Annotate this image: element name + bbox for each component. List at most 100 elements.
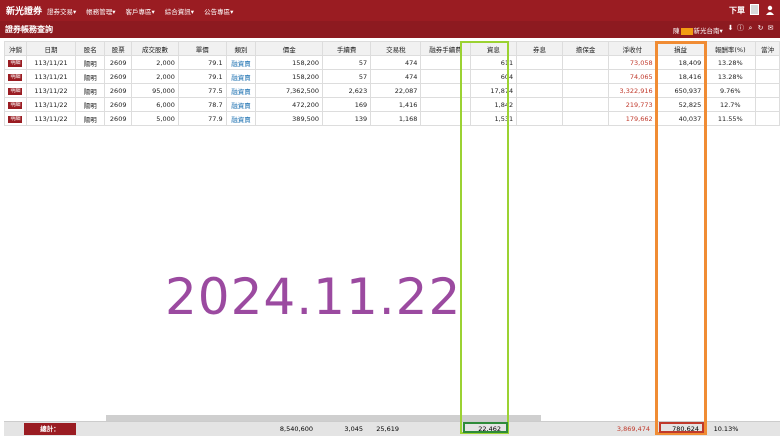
brand-logo[interactable]: 新光證券 bbox=[6, 4, 42, 17]
cell-bond-interest bbox=[516, 97, 563, 112]
cell-type-link[interactable]: 融資賣 bbox=[225, 83, 257, 98]
order-button[interactable]: 下單 bbox=[729, 5, 745, 16]
cell-bond-interest bbox=[516, 111, 563, 126]
download-icon[interactable]: ⬇ bbox=[727, 25, 734, 32]
cell-tax: 1,416 bbox=[370, 97, 422, 112]
menu-customer-area[interactable]: 客戶專區▾ bbox=[126, 6, 155, 16]
flag-icon[interactable] bbox=[750, 4, 759, 15]
cell-price: 77.5 bbox=[177, 83, 227, 98]
cell-collateral bbox=[561, 111, 610, 126]
menu-announcements[interactable]: 公告專區▾ bbox=[204, 6, 233, 16]
col-header[interactable]: 股名 bbox=[75, 41, 106, 56]
cell-fee: 169 bbox=[322, 97, 372, 112]
cell-fee: 57 bbox=[322, 69, 372, 84]
cell-tax: 1,168 bbox=[370, 111, 422, 126]
menu-account-management[interactable]: 帳務管理▾ bbox=[86, 6, 115, 16]
sub-header: 證券帳務查詢 陳 新光台南▾ ⬇ ⓘ ⌕ ↻ ✉ bbox=[0, 21, 780, 38]
cell-net: 74,065 bbox=[608, 69, 657, 84]
mail-icon[interactable]: ✉ bbox=[767, 25, 774, 32]
detail-button[interactable]: 明細 bbox=[8, 88, 23, 95]
col-header[interactable]: 類別 bbox=[225, 41, 257, 56]
cell-type-link[interactable]: 融資賣 bbox=[225, 55, 257, 70]
col-header: 沖銷 bbox=[4, 41, 27, 56]
cell-stock-name: 陽明 bbox=[75, 83, 106, 98]
cell-fee: 2,623 bbox=[322, 83, 372, 98]
date-overlay-text: 2024.11.22 bbox=[165, 268, 462, 326]
cell-date: 113/11/22 bbox=[25, 97, 77, 112]
cell-stock-name: 陽明 bbox=[75, 111, 106, 126]
total-amount: 8,540,600 bbox=[279, 425, 313, 433]
col-header[interactable]: 手續費 bbox=[322, 41, 372, 56]
pl-column-highlight bbox=[655, 41, 707, 435]
cell-roi: 11.55% bbox=[704, 111, 757, 126]
detail-button[interactable]: 明細 bbox=[8, 74, 23, 81]
search-icon[interactable]: ⌕ bbox=[747, 25, 754, 32]
total-net: 3,869,474 bbox=[616, 425, 650, 433]
total-tax: 25,619 bbox=[376, 425, 399, 433]
user-icon[interactable] bbox=[766, 5, 774, 15]
cell-collateral bbox=[561, 97, 610, 112]
cell-stock-name: 陽明 bbox=[75, 69, 106, 84]
interest-total-highlight bbox=[463, 422, 508, 433]
menu-general-info[interactable]: 綜合資訊▾ bbox=[165, 6, 194, 16]
cell-amount: 158,200 bbox=[255, 55, 324, 70]
col-header[interactable]: 股票 bbox=[104, 41, 133, 56]
col-header[interactable]: 單價 bbox=[177, 41, 227, 56]
col-header[interactable]: 當沖 bbox=[755, 41, 780, 56]
cell-bond-interest bbox=[516, 55, 563, 70]
col-header[interactable]: 日期 bbox=[25, 41, 77, 56]
cell-price: 79.1 bbox=[177, 55, 227, 70]
col-header[interactable]: 券息 bbox=[516, 41, 563, 56]
cell-roi: 9.76% bbox=[704, 83, 757, 98]
account-branch: 新光台南▾ bbox=[693, 27, 723, 35]
cell-stock-code: 2609 bbox=[104, 111, 133, 126]
cell-tax: 474 bbox=[370, 55, 422, 70]
detail-button[interactable]: 明細 bbox=[8, 116, 23, 123]
refresh-icon[interactable]: ↻ bbox=[757, 25, 764, 32]
totals-label: 總計： bbox=[24, 423, 76, 435]
cell-collateral bbox=[561, 69, 610, 84]
account-prefix: 陳 bbox=[673, 27, 680, 35]
cell-net: 3,322,916 bbox=[608, 83, 657, 98]
cell-type-link[interactable]: 融資賣 bbox=[225, 97, 257, 112]
cell-stock-code: 2609 bbox=[104, 97, 133, 112]
cell-stock-name: 陽明 bbox=[75, 97, 106, 112]
cell-daytrade bbox=[755, 69, 780, 84]
cell-tax: 474 bbox=[370, 69, 422, 84]
col-header[interactable]: 價金 bbox=[255, 41, 324, 56]
cell-daytrade bbox=[755, 83, 780, 98]
total-fee: 3,045 bbox=[344, 425, 363, 433]
cell-type-link[interactable]: 融資賣 bbox=[225, 111, 257, 126]
account-selector[interactable]: 陳 新光台南▾ bbox=[673, 25, 723, 35]
cell-amount: 158,200 bbox=[255, 69, 324, 84]
cell-daytrade bbox=[755, 55, 780, 70]
info-icon[interactable]: ⓘ bbox=[737, 25, 744, 32]
page-title: 證券帳務查詢 bbox=[5, 25, 53, 34]
cell-amount: 7,362,500 bbox=[255, 83, 324, 98]
cell-qty: 5,000 bbox=[131, 111, 179, 126]
col-header[interactable]: 報酬率(%) bbox=[704, 41, 757, 56]
cell-qty: 2,000 bbox=[131, 69, 179, 84]
col-header[interactable]: 擔保金 bbox=[561, 41, 610, 56]
cell-amount: 472,200 bbox=[255, 97, 324, 112]
cell-net: 73,058 bbox=[608, 55, 657, 70]
cell-fee: 57 bbox=[322, 55, 372, 70]
detail-button[interactable]: 明細 bbox=[8, 60, 23, 67]
col-header[interactable]: 淨收付 bbox=[608, 41, 657, 56]
cell-price: 78.7 bbox=[177, 97, 227, 112]
interest-column-highlight bbox=[460, 41, 509, 434]
cell-type-link[interactable]: 融資賣 bbox=[225, 69, 257, 84]
cell-qty: 6,000 bbox=[131, 97, 179, 112]
col-header[interactable]: 成交股數 bbox=[131, 41, 179, 56]
cell-date: 113/11/21 bbox=[25, 55, 77, 70]
cell-qty: 2,000 bbox=[131, 55, 179, 70]
top-navbar: 新光證券 證券交易▾ 帳務管理▾ 客戶專區▾ 綜合資訊▾ 公告專區▾ 下單 bbox=[0, 0, 780, 21]
menu-securities-trading[interactable]: 證券交易▾ bbox=[47, 6, 76, 16]
col-header[interactable]: 交易稅 bbox=[370, 41, 422, 56]
cell-roi: 13.28% bbox=[704, 69, 757, 84]
cell-daytrade bbox=[755, 97, 780, 112]
cell-collateral bbox=[561, 55, 610, 70]
detail-button[interactable]: 明細 bbox=[8, 102, 23, 109]
cell-price: 77.9 bbox=[177, 111, 227, 126]
pl-total-highlight bbox=[659, 422, 704, 433]
